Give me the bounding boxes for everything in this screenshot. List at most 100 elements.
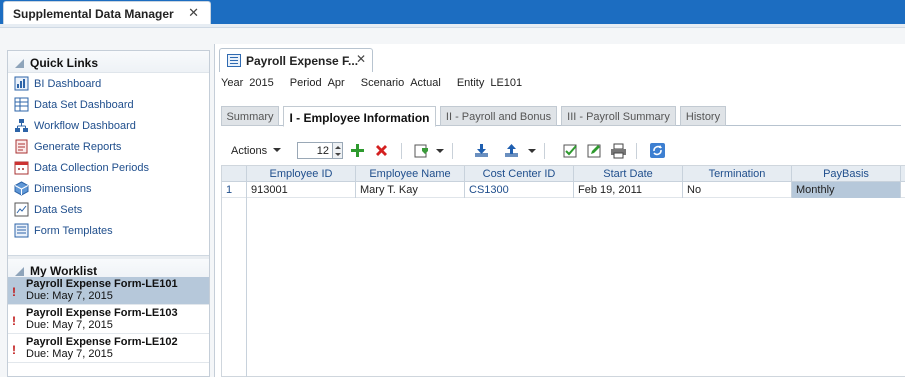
toolbar-separator bbox=[452, 143, 453, 159]
pov-value: Apr bbox=[327, 77, 345, 89]
grid-toolbar: Actions 12 bbox=[223, 141, 903, 163]
quick-link-generate-reports[interactable]: Generate Reports bbox=[8, 136, 209, 157]
form-tabs: Summary I - Employee Information II - Pa… bbox=[221, 106, 901, 127]
quick-links-title: Quick Links bbox=[30, 56, 99, 70]
table-row[interactable]: 1 913001 Mary T. Kay CS1300 Feb 19, 2011… bbox=[222, 182, 905, 198]
worklist-item-due: Due: May 7, 2015 bbox=[26, 290, 113, 302]
pov-value: LE101 bbox=[490, 77, 523, 89]
column-header[interactable]: PayBasis bbox=[792, 166, 901, 182]
pov-label: Entity bbox=[456, 77, 485, 89]
pov-label: Scenario bbox=[360, 77, 405, 89]
cube-icon bbox=[14, 181, 29, 196]
table-cell[interactable]: No bbox=[683, 182, 792, 198]
quick-link-form-templates[interactable]: Form Templates bbox=[8, 220, 209, 241]
worklist-item-due: Due: May 7, 2015 bbox=[26, 319, 113, 331]
quick-link-label: Form Templates bbox=[34, 225, 113, 237]
toolbar-separator bbox=[544, 143, 545, 159]
app-tab-title: Supplemental Data Manager bbox=[13, 7, 174, 21]
tab-payroll-summary[interactable]: III - Payroll Summary bbox=[561, 106, 676, 126]
quick-link-dimensions[interactable]: Dimensions bbox=[8, 178, 209, 199]
toolbar-separator bbox=[636, 143, 637, 159]
row-count-input[interactable]: 12 bbox=[297, 142, 333, 159]
chevron-down-icon[interactable] bbox=[528, 149, 536, 153]
tab-employee-information[interactable]: I - Employee Information bbox=[283, 106, 436, 127]
edit-icon[interactable] bbox=[586, 142, 603, 159]
quick-link-workflow-dashboard[interactable]: Workflow Dashboard bbox=[8, 115, 209, 136]
document-tab-title: Payroll Expense F... bbox=[246, 54, 359, 68]
close-icon[interactable]: ✕ bbox=[188, 5, 199, 21]
row-number-column bbox=[222, 182, 247, 377]
data-set-dashboard-icon bbox=[14, 97, 29, 112]
print-icon[interactable] bbox=[610, 142, 627, 159]
workflow-icon bbox=[15, 119, 28, 132]
row-count-spinner[interactable] bbox=[333, 142, 343, 159]
app-tab[interactable]: Supplemental Data Manager ✕ bbox=[3, 1, 211, 24]
column-header[interactable]: Start Date bbox=[574, 166, 683, 182]
alert-icon: ! bbox=[12, 343, 16, 357]
chevron-down-icon[interactable] bbox=[436, 149, 444, 153]
worklist-item[interactable]: ! Payroll Expense Form-LE103 Due: May 7,… bbox=[8, 306, 209, 334]
quick-link-label: Data Collection Periods bbox=[34, 162, 149, 174]
worklist-item-title: Payroll Expense Form-LE102 bbox=[26, 336, 178, 348]
calendar-icon bbox=[14, 161, 29, 175]
worklist-item-due: Due: May 7, 2015 bbox=[26, 348, 113, 360]
worklist-item[interactable]: ! Payroll Expense Form-LE102 Due: May 7,… bbox=[8, 335, 209, 363]
quick-link-label: Data Set Dashboard bbox=[34, 99, 134, 111]
table-cell[interactable]: Feb 19, 2011 bbox=[574, 182, 683, 198]
worklist-item-title: Payroll Expense Form-LE103 bbox=[26, 307, 178, 319]
form-template-icon bbox=[14, 223, 29, 238]
quick-link-label: BI Dashboard bbox=[34, 78, 102, 90]
column-header[interactable]: Termination bbox=[683, 166, 792, 182]
quick-link-bi-dashboard[interactable]: BI Dashboard bbox=[8, 73, 209, 94]
actions-menu[interactable]: Actions bbox=[231, 145, 282, 157]
add-row-icon[interactable] bbox=[349, 142, 366, 159]
import-icon[interactable] bbox=[413, 142, 430, 159]
tab-payroll-and-bonus[interactable]: II - Payroll and Bonus bbox=[440, 106, 557, 126]
quick-link-label: Generate Reports bbox=[34, 141, 122, 153]
row-number: 1 bbox=[222, 182, 247, 198]
refresh-icon[interactable] bbox=[649, 142, 666, 159]
quick-link-data-collection-periods[interactable]: Data Collection Periods bbox=[8, 157, 209, 178]
app-header-bar: Supplemental Data Manager ✕ bbox=[0, 0, 905, 24]
collapse-triangle-icon[interactable] bbox=[15, 59, 24, 68]
row-number-header bbox=[222, 166, 247, 182]
data-grid: Employee ID Employee Name Cost Center ID… bbox=[221, 165, 905, 377]
data-sets-icon bbox=[14, 202, 29, 217]
pov-value: 2015 bbox=[249, 77, 274, 89]
quick-link-label: Dimensions bbox=[34, 183, 92, 195]
main-content: Payroll Expense F... ✕ Year 2015 Period Ap… bbox=[214, 44, 905, 377]
quick-link-data-sets[interactable]: Data Sets bbox=[8, 199, 209, 220]
grid-header: Employee ID Employee Name Cost Center ID… bbox=[222, 166, 905, 182]
chevron-down-icon bbox=[273, 148, 282, 152]
actions-label: Actions bbox=[231, 145, 268, 157]
toolbar-separator bbox=[401, 143, 402, 159]
close-icon[interactable]: ✕ bbox=[356, 52, 366, 66]
table-cell-link[interactable]: CS1300 bbox=[465, 182, 574, 198]
collapse-triangle-icon[interactable] bbox=[15, 267, 24, 276]
quick-link-data-set-dashboard[interactable]: Data Set Dashboard bbox=[8, 94, 209, 115]
table-cell-selected[interactable]: Monthly bbox=[792, 182, 901, 198]
column-header[interactable]: Employee ID bbox=[247, 166, 356, 182]
document-tab[interactable]: Payroll Expense F... ✕ bbox=[219, 48, 373, 72]
tab-summary[interactable]: Summary bbox=[221, 106, 279, 126]
worklist-item[interactable]: ! Payroll Expense Form-LE101 Due: May 7,… bbox=[8, 277, 209, 305]
tab-history[interactable]: History bbox=[680, 106, 726, 126]
alert-icon: ! bbox=[12, 314, 16, 328]
pov-label: Period bbox=[289, 77, 322, 89]
download-icon[interactable] bbox=[473, 142, 490, 159]
left-panel: Quick Links BI Dashboard Data Set Dashbo… bbox=[7, 50, 210, 377]
table-cell[interactable]: Mary T. Kay bbox=[356, 182, 465, 198]
form-icon bbox=[227, 54, 241, 67]
reports-icon bbox=[15, 139, 28, 154]
validate-icon[interactable] bbox=[562, 142, 579, 159]
alert-icon: ! bbox=[12, 285, 16, 299]
column-header[interactable]: Cost Center ID bbox=[465, 166, 574, 182]
pov-value: Actual bbox=[410, 77, 441, 89]
table-cell[interactable]: 913001 bbox=[247, 182, 356, 198]
quick-link-label: Workflow Dashboard bbox=[34, 120, 136, 132]
bi-dashboard-icon bbox=[14, 76, 29, 91]
column-header[interactable]: Employee Name bbox=[356, 166, 465, 182]
delete-row-icon[interactable] bbox=[373, 142, 390, 159]
upload-icon[interactable] bbox=[503, 142, 520, 159]
quick-links-header[interactable]: Quick Links bbox=[8, 51, 209, 73]
